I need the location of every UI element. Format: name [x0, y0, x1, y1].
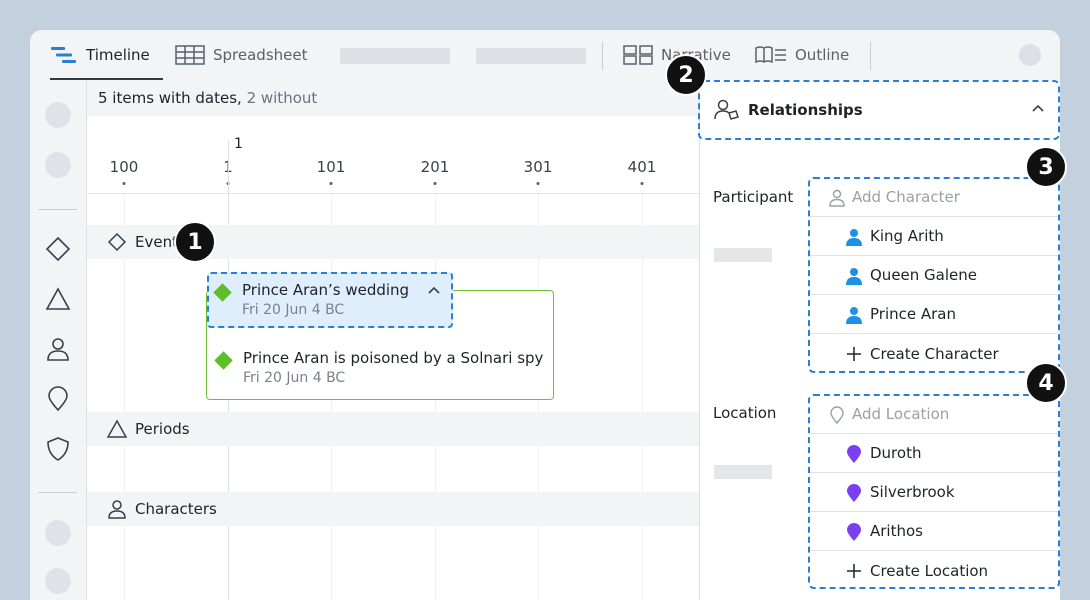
event-title: Prince Aran is poisoned by a Solnari spy [243, 349, 544, 367]
timeline-ruler[interactable]: 1 100 1 101 201 301 401 [87, 116, 699, 194]
event-title: Prince Aran’s wedding [242, 281, 410, 299]
sidebar-item-locations[interactable] [45, 386, 71, 412]
diamond-icon [107, 232, 127, 252]
location-pin-icon [48, 386, 68, 412]
tick-label: 301 [523, 158, 553, 176]
tab-timeline[interactable]: Timeline [50, 30, 163, 80]
sidebar-placeholder[interactable] [45, 152, 71, 178]
tick-mark [433, 182, 437, 185]
event-date: Fri 20 Jun 4 BC [242, 302, 345, 318]
timeline-icon [51, 47, 76, 63]
section-characters[interactable]: Characters [87, 492, 699, 526]
outline-icon [755, 46, 786, 64]
tick-mark [329, 182, 333, 185]
tab-label: Outline [795, 46, 850, 64]
section-periods[interactable]: Periods [87, 412, 699, 446]
sidebar-divider [38, 209, 77, 210]
relationships-panel: Relationships Participant Add Character … [698, 80, 1060, 600]
location-label: Location [713, 404, 777, 422]
items-count-bar: 5 items with dates, 2 without [87, 80, 699, 116]
highlight-outline [808, 394, 1060, 589]
tab-placeholder [340, 48, 450, 64]
tab-placeholder [476, 48, 586, 64]
shield-icon [47, 437, 69, 461]
highlight-outline [698, 80, 1060, 140]
left-sidebar [30, 80, 87, 600]
participant-label: Participant [713, 188, 794, 206]
section-label: Periods [135, 420, 190, 438]
sidebar-placeholder[interactable] [45, 520, 71, 546]
tab-divider [870, 42, 871, 70]
event-card[interactable]: Prince Aran is poisoned by a Solnari spy… [209, 340, 549, 396]
callout-badge-2: 2 [665, 54, 707, 96]
tab-spreadsheet[interactable]: Spreadsheet [175, 30, 307, 80]
event-diamond-icon [213, 283, 232, 302]
triangle-icon [107, 419, 127, 438]
sidebar-placeholder[interactable] [45, 568, 71, 594]
diamond-icon [45, 236, 71, 262]
tab-label: Timeline [86, 46, 150, 64]
callout-badge-4: 4 [1025, 362, 1067, 404]
event-diamond-icon [214, 351, 233, 370]
field-placeholder [714, 465, 772, 479]
sidebar-item-periods[interactable] [45, 286, 71, 312]
sidebar-item-factions[interactable] [45, 436, 71, 462]
person-icon [108, 500, 126, 519]
tick-label: 201 [420, 158, 450, 176]
sidebar-item-events[interactable] [45, 236, 71, 262]
spreadsheet-icon [175, 45, 205, 65]
tick-mark [640, 182, 644, 185]
tick-label: 101 [316, 158, 346, 176]
tick-mark [536, 182, 540, 185]
event-card-selected[interactable]: Prince Aran’s wedding Fri 20 Jun 4 BC [207, 272, 453, 328]
dated-count: 5 items with dates, [98, 89, 247, 107]
highlight-outline [808, 177, 1060, 373]
view-tab-bar: Timeline Spreadsheet Narrative Outline [30, 30, 1060, 80]
tab-label: Spreadsheet [213, 46, 308, 64]
tab-divider [602, 42, 603, 70]
tab-outline[interactable]: Outline [755, 30, 849, 80]
tick-label: 100 [109, 158, 139, 176]
callout-badge-3: 3 [1025, 146, 1067, 188]
ruler-marker: 1 [234, 136, 243, 152]
undated-count[interactable]: 2 without [247, 89, 318, 107]
section-label: Characters [135, 500, 217, 518]
callout-badge-1: 1 [174, 221, 216, 263]
tick-label: 401 [627, 158, 657, 176]
field-placeholder [714, 248, 772, 262]
narrative-icon [623, 45, 653, 65]
person-icon [47, 338, 69, 361]
event-date: Fri 20 Jun 4 BC [243, 370, 346, 386]
app-window: Timeline Spreadsheet Narrative Outline 5… [30, 30, 1060, 600]
window-control-placeholder[interactable] [1019, 44, 1041, 66]
triangle-icon [45, 287, 71, 310]
sidebar-divider [38, 492, 77, 493]
tick-mark [122, 182, 126, 185]
sidebar-item-characters[interactable] [45, 336, 71, 362]
chevron-up-icon[interactable] [427, 284, 441, 298]
timeline-canvas[interactable]: 5 items with dates, 2 without 1 100 1 10… [87, 80, 699, 600]
sidebar-placeholder[interactable] [45, 102, 71, 128]
